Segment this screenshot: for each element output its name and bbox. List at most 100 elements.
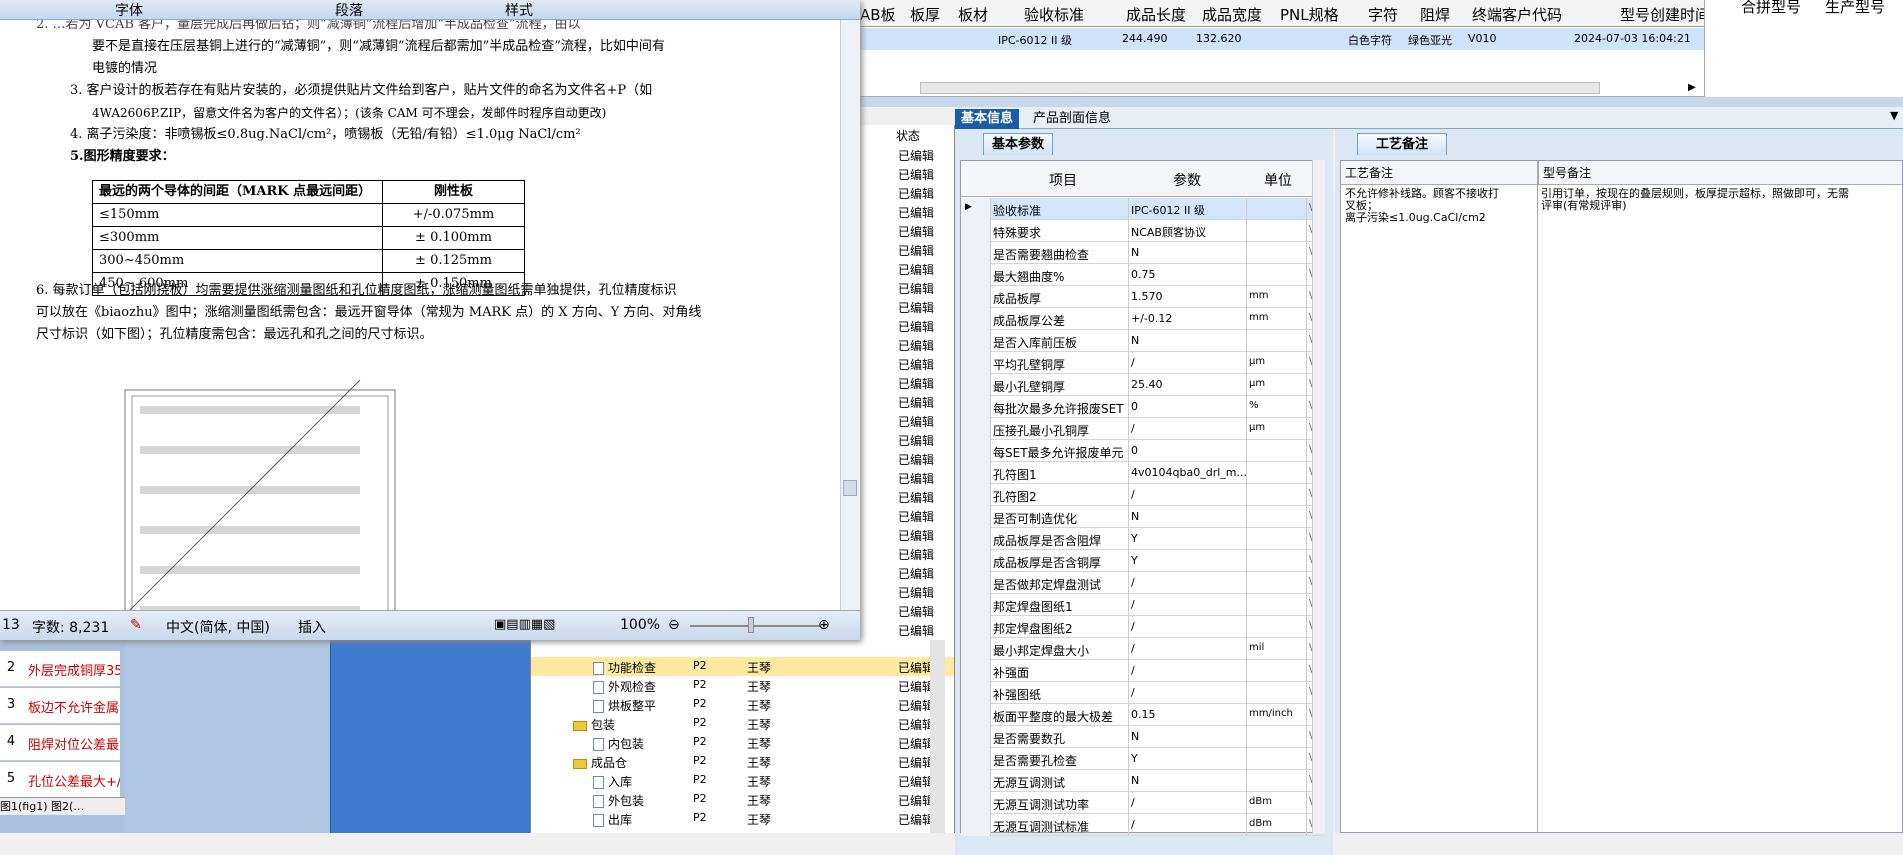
list-item[interactable]: 4 阻焊对位公差最大: [0, 725, 120, 761]
row-selector[interactable]: [961, 506, 991, 528]
row-selector[interactable]: [961, 286, 991, 308]
param-row[interactable]: 是否需要数孔 N \: [961, 726, 1324, 748]
col-production[interactable]: 生产型号: [1825, 0, 1885, 17]
param-value[interactable]: /: [1131, 620, 1251, 633]
row-selector[interactable]: [961, 484, 991, 506]
ribbon-font-group[interactable]: 字体: [115, 0, 143, 20]
col-width[interactable]: 成品宽度: [1202, 4, 1262, 25]
row-selector[interactable]: [961, 638, 991, 660]
param-row[interactable]: 成品板厚是否含阻焊 Y \: [961, 528, 1324, 550]
row-selector[interactable]: [961, 770, 991, 792]
word-vertical-scrollbar[interactable]: [840, 20, 860, 610]
param-value[interactable]: 0.75: [1131, 268, 1251, 281]
param-row[interactable]: 邦定焊盘图纸1/\: [961, 594, 1324, 616]
tree-row[interactable]: 外包装 P2 王琴 已编辑: [531, 790, 954, 809]
param-row[interactable]: 补强面 / \: [961, 660, 1324, 682]
zoom-slider[interactable]: [690, 625, 820, 627]
row-selector[interactable]: [961, 418, 991, 440]
row-selector[interactable]: [961, 594, 991, 616]
param-row[interactable]: 是否入库前压板 N \: [961, 330, 1324, 352]
figure-tabs[interactable]: 图1(fig1) 图2(…: [0, 797, 125, 815]
param-value[interactable]: 0: [1131, 444, 1251, 457]
row-selector[interactable]: [961, 682, 991, 704]
row-selector[interactable]: [961, 550, 991, 572]
tree-row[interactable]: 烘板整平 P2 王琴 已编辑: [531, 695, 954, 714]
param-value[interactable]: Y: [1131, 752, 1251, 765]
col-length[interactable]: 成品长度: [1126, 4, 1186, 25]
param-value[interactable]: +/-0.12: [1131, 312, 1251, 325]
param-value[interactable]: 1.570: [1131, 290, 1251, 303]
param-row[interactable]: 每批次最多允许报废SET 0% \: [961, 396, 1324, 418]
param-value[interactable]: N: [1131, 510, 1251, 523]
view-buttons-icon[interactable]: ▣▤▥▦▧: [494, 617, 555, 632]
row-selector[interactable]: [961, 528, 991, 550]
param-row[interactable]: 板面平整度的最大极差 0.15 mm/inch \: [961, 704, 1324, 726]
zoom-slider-thumb[interactable]: [748, 617, 754, 633]
param-row[interactable]: 压接孔最小孔铜厚 / μm \: [961, 418, 1324, 440]
row-selector[interactable]: [961, 792, 991, 814]
param-value[interactable]: NCAB顾客协议: [1131, 224, 1251, 240]
param-row[interactable]: 最小孔壁铜厚 25.40 μm \: [961, 374, 1324, 396]
col-standard[interactable]: 验收标准: [1024, 4, 1084, 25]
param-value[interactable]: N: [1131, 334, 1251, 347]
param-scrollbar[interactable]: [1312, 160, 1325, 833]
param-row[interactable]: 成品板厚是否含铜厚 Y \: [961, 550, 1324, 572]
tab-basic-params[interactable]: 基本参数: [983, 133, 1053, 155]
row-selector[interactable]: [961, 352, 991, 374]
row-selector[interactable]: [961, 660, 991, 682]
param-value[interactable]: /: [1131, 818, 1251, 831]
param-value[interactable]: 0: [1131, 400, 1251, 413]
col-mask[interactable]: 阻焊: [1420, 4, 1450, 25]
param-value[interactable]: Y: [1131, 554, 1251, 567]
row-selector[interactable]: [961, 440, 991, 462]
param-row[interactable]: ▶ 验收标准 IPC-6012 II 级 \: [961, 198, 1324, 220]
param-value[interactable]: 25.40: [1131, 378, 1251, 391]
param-row[interactable]: 最大翘曲度% 0.75 \: [961, 264, 1324, 286]
splitter[interactable]: [860, 97, 1903, 107]
list-item[interactable]: 2 外层完成铜厚35u: [0, 651, 120, 687]
status-insert-mode[interactable]: 插入: [298, 617, 326, 637]
status-page[interactable]: 13: [2, 617, 20, 633]
status-word-count[interactable]: 字数: 8,231: [32, 617, 109, 637]
param-value[interactable]: /: [1131, 576, 1251, 589]
col-pnl[interactable]: PNL规格: [1280, 4, 1339, 25]
model-note-text[interactable]: 引用订单，按现在的叠层规则，板厚提示超标，照做即可，无需 评审(有常规评审): [1541, 188, 1849, 212]
col-customer[interactable]: 终端客户代码: [1472, 4, 1562, 25]
tab-basic-info[interactable]: 基本信息: [955, 109, 1020, 129]
row-selector[interactable]: [961, 726, 991, 748]
status-language[interactable]: 中文(简体, 中国): [166, 617, 270, 637]
param-value[interactable]: IPC-6012 II 级: [1131, 202, 1251, 218]
tree-row[interactable]: 包装 P2 王琴 已编辑: [531, 714, 954, 733]
param-value[interactable]: /: [1131, 488, 1251, 501]
dropdown-icon[interactable]: ▼: [1890, 109, 1898, 122]
row-selector[interactable]: [961, 220, 991, 242]
param-row[interactable]: 是否做邦定焊盘测试 / \: [961, 572, 1324, 594]
ribbon-styles-group[interactable]: 样式: [505, 0, 533, 20]
tree-row[interactable]: 出库 P2 王琴 已编辑: [531, 809, 954, 828]
col-thickness[interactable]: 板厚: [910, 4, 940, 25]
param-row[interactable]: 每SET最多允许报废单元 0 \: [961, 440, 1324, 462]
param-value[interactable]: 0.15: [1131, 708, 1251, 721]
ribbon-paragraph-group[interactable]: 段落: [335, 0, 363, 20]
row-selector[interactable]: [961, 704, 991, 726]
proofing-icon[interactable]: ✎: [130, 617, 142, 633]
horizontal-scrollbar[interactable]: [920, 82, 1600, 94]
row-selector[interactable]: [961, 616, 991, 638]
tab-process-notes[interactable]: 工艺备注: [1357, 133, 1447, 155]
tree-row[interactable]: 外观检查 P2 王琴 已编辑: [531, 676, 954, 695]
param-row[interactable]: 平均孔壁铜厚 / μm \: [961, 352, 1324, 374]
param-value[interactable]: 4v0104qba0_drl_m...: [1131, 466, 1251, 479]
row-selector[interactable]: [961, 572, 991, 594]
row-selector[interactable]: [961, 330, 991, 352]
process-note-text[interactable]: 不允许修补线路。顾客不接收打 叉板； 离子污染≤1.0ug.CaCl/cm2: [1345, 188, 1499, 224]
col-ab[interactable]: AB板: [860, 4, 896, 25]
row-selector[interactable]: [961, 242, 991, 264]
param-row[interactable]: 特殊要求 NCAB顾客协议 \: [961, 220, 1324, 242]
tree-scrollbar[interactable]: [930, 640, 945, 833]
param-row[interactable]: 最小邦定焊盘大小 / mil \: [961, 638, 1324, 660]
param-row[interactable]: 是否需要翘曲检查 N \: [961, 242, 1324, 264]
row-selector[interactable]: ▶: [961, 198, 991, 220]
order-row[interactable]: IPC-6012 II 级 244.490 132.620 白色字符 绿色亚光 …: [860, 28, 1704, 50]
row-selector[interactable]: [961, 748, 991, 770]
param-value[interactable]: /: [1131, 796, 1251, 809]
